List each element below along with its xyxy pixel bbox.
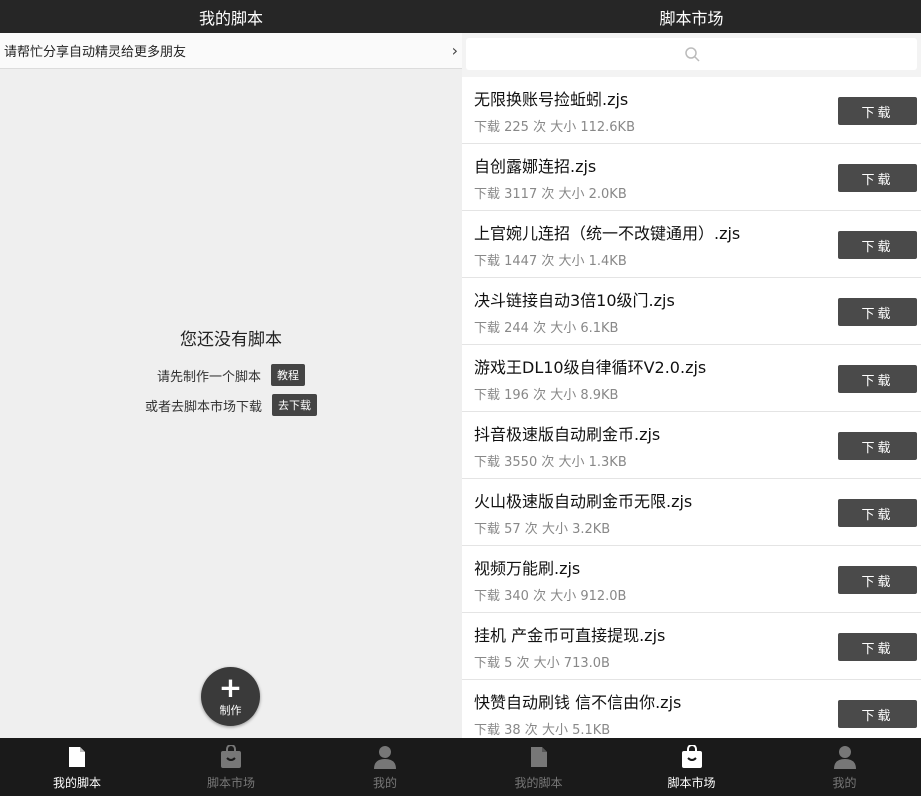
list-item[interactable]: 快赞自动刷钱 信不信由你.zjs 下载 38 次 大小 5.1KB 下载 xyxy=(462,680,921,747)
script-name: 视频万能刷.zjs xyxy=(474,559,581,578)
download-button[interactable]: 下载 xyxy=(838,566,917,594)
tutorial-button[interactable]: 教程 xyxy=(271,364,305,386)
download-button[interactable]: 下载 xyxy=(838,365,917,393)
my-scripts-screen: 我的脚本 请帮忙分享自动精灵给更多朋友 › 您还没有脚本 请先制作一个脚本 教程… xyxy=(0,0,462,796)
nav-label: 我的脚本 xyxy=(514,775,563,790)
go-download-button[interactable]: 去下载 xyxy=(272,394,317,416)
download-button[interactable]: 下载 xyxy=(838,499,917,527)
script-meta: 下载 3550 次 大小 1.3KB xyxy=(474,455,627,470)
share-banner-text: 请帮忙分享自动精灵给更多朋友 xyxy=(4,45,187,60)
nav-me[interactable]: 我的 xyxy=(768,738,921,796)
script-name: 挂机 产金币可直接提现.zjs xyxy=(474,626,666,645)
person-icon xyxy=(374,744,396,770)
create-label: 制作 xyxy=(219,703,242,717)
share-banner[interactable]: 请帮忙分享自动精灵给更多朋友 › xyxy=(0,33,462,69)
list-item[interactable]: 无限换账号捡蚯蚓.zjs 下载 225 次 大小 112.6KB 下载 xyxy=(462,77,921,144)
script-name: 火山极速版自动刷金币无限.zjs xyxy=(474,492,693,511)
search-input[interactable] xyxy=(466,38,917,70)
script-meta: 下载 3117 次 大小 2.0KB xyxy=(474,187,627,202)
download-button[interactable]: 下载 xyxy=(838,231,917,259)
document-icon xyxy=(530,744,548,770)
list-item[interactable]: 火山极速版自动刷金币无限.zjs 下载 57 次 大小 3.2KB 下载 xyxy=(462,479,921,546)
nav-label: 脚本市场 xyxy=(667,775,716,790)
script-list: 无限换账号捡蚯蚓.zjs 下载 225 次 大小 112.6KB 下载 自创露娜… xyxy=(462,77,921,747)
script-name: 决斗链接自动3倍10级门.zjs xyxy=(474,291,675,310)
document-icon xyxy=(68,744,86,770)
list-item[interactable]: 上官婉儿连招（统一不改键通用）.zjs 下载 1447 次 大小 1.4KB 下… xyxy=(462,211,921,278)
download-button[interactable]: 下载 xyxy=(838,700,917,728)
script-meta: 下载 225 次 大小 112.6KB xyxy=(474,120,636,135)
script-meta: 下载 196 次 大小 8.9KB xyxy=(474,388,619,403)
nav-label: 我的 xyxy=(372,775,397,790)
script-name: 自创露娜连招.zjs xyxy=(474,157,597,176)
shopping-bag-icon xyxy=(220,744,242,770)
script-meta: 下载 5 次 大小 713.0B xyxy=(474,656,610,671)
download-button[interactable]: 下载 xyxy=(838,298,917,326)
search-icon xyxy=(684,47,700,62)
download-button[interactable]: 下载 xyxy=(838,164,917,192)
script-meta: 下载 57 次 大小 3.2KB xyxy=(474,522,611,537)
script-name: 无限换账号捡蚯蚓.zjs xyxy=(474,90,629,109)
page-title: 脚本市场 xyxy=(462,0,921,33)
empty-hint-create: 请先制作一个脚本 xyxy=(156,369,261,385)
script-meta: 下载 38 次 大小 5.1KB xyxy=(474,723,611,738)
script-name: 游戏王DL10级自律循环V2.0.zjs xyxy=(474,358,707,377)
list-item[interactable]: 视频万能刷.zjs 下载 340 次 大小 912.0B 下载 xyxy=(462,546,921,613)
nav-me[interactable]: 我的 xyxy=(308,738,462,796)
shopping-bag-icon xyxy=(681,744,703,770)
page-title: 我的脚本 xyxy=(0,0,462,33)
nav-label: 脚本市场 xyxy=(206,775,255,790)
empty-state: 您还没有脚本 请先制作一个脚本 教程 或者去脚本市场下载 去下载 xyxy=(0,325,462,424)
list-item[interactable]: 抖音极速版自动刷金币.zjs 下载 3550 次 大小 1.3KB 下载 xyxy=(462,412,921,479)
nav-label: 我的 xyxy=(832,775,857,790)
empty-title: 您还没有脚本 xyxy=(180,330,282,350)
script-market-screen: 脚本市场 无限换账号捡蚯蚓.zjs 下载 225 次 大小 112.6KB 下载… xyxy=(462,0,921,796)
script-name: 上官婉儿连招（统一不改键通用）.zjs xyxy=(474,224,741,243)
script-meta: 下载 1447 次 大小 1.4KB xyxy=(474,254,627,269)
script-meta: 下载 340 次 大小 912.0B xyxy=(474,589,627,604)
download-button[interactable]: 下载 xyxy=(838,97,917,125)
bottom-nav: 我的脚本 脚本市场 我的 xyxy=(462,738,921,796)
person-icon xyxy=(833,744,856,770)
nav-label: 我的脚本 xyxy=(52,775,101,790)
list-item[interactable]: 游戏王DL10级自律循环V2.0.zjs 下载 196 次 大小 8.9KB 下… xyxy=(462,345,921,412)
download-button[interactable]: 下载 xyxy=(838,633,917,661)
nav-my-scripts[interactable]: 我的脚本 xyxy=(462,738,615,796)
list-item[interactable]: 决斗链接自动3倍10级门.zjs 下载 244 次 大小 6.1KB 下载 xyxy=(462,278,921,345)
nav-my-scripts[interactable]: 我的脚本 xyxy=(0,738,154,796)
script-name: 快赞自动刷钱 信不信由你.zjs xyxy=(474,693,682,712)
nav-script-market[interactable]: 脚本市场 xyxy=(615,738,768,796)
script-meta: 下载 244 次 大小 6.1KB xyxy=(474,321,619,336)
create-script-button[interactable]: + 制作 xyxy=(201,667,260,726)
nav-script-market[interactable]: 脚本市场 xyxy=(154,738,308,796)
bottom-nav: 我的脚本 脚本市场 我的 xyxy=(0,738,462,796)
plus-icon: + xyxy=(218,670,243,704)
search-bar xyxy=(462,33,921,77)
list-item[interactable]: 挂机 产金币可直接提现.zjs 下载 5 次 大小 713.0B 下载 xyxy=(462,613,921,680)
download-button[interactable]: 下载 xyxy=(838,432,917,460)
empty-hint-market: 或者去脚本市场下载 xyxy=(144,399,262,415)
list-item[interactable]: 自创露娜连招.zjs 下载 3117 次 大小 2.0KB 下载 xyxy=(462,144,921,211)
script-name: 抖音极速版自动刷金币.zjs xyxy=(474,425,661,444)
chevron-right-icon: › xyxy=(451,41,458,60)
